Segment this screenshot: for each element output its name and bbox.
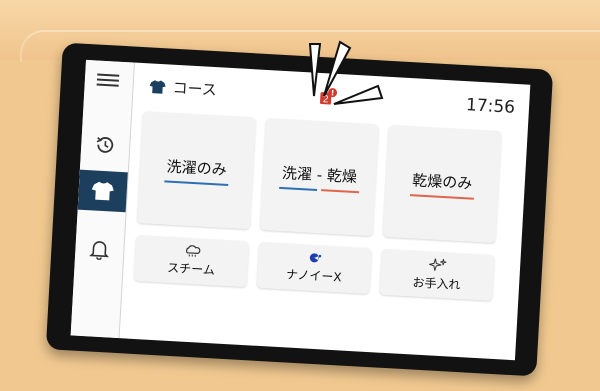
sparkle-icon (428, 258, 446, 271)
option-label: ナノイーX (285, 267, 342, 285)
page-title-label: コース (172, 78, 218, 100)
option-label: お手入れ (412, 275, 461, 293)
nanoe-x-icon (309, 253, 321, 263)
option-nanoe-x-button[interactable]: ナノイーX (256, 241, 372, 295)
course-wash-only-button[interactable]: 洗濯のみ (136, 111, 257, 230)
option-label: スチーム (166, 260, 216, 278)
shirt-icon (91, 181, 114, 201)
sidebar (70, 59, 135, 339)
sidebar-item-course[interactable] (77, 169, 128, 213)
course-dry-only-button[interactable]: 乾燥のみ (382, 124, 502, 243)
hamburger-menu-icon[interactable] (96, 71, 120, 90)
course-underline (409, 193, 474, 200)
steam-cloud-icon (185, 245, 200, 257)
course-wash-dry-button[interactable]: 洗濯 - 乾燥 (259, 117, 379, 237)
clock: 17:56 (465, 95, 516, 118)
course-underline (278, 186, 359, 193)
attention-marks-overlay (308, 40, 384, 105)
course-underline (163, 179, 228, 186)
shirt-icon (149, 79, 166, 94)
history-icon[interactable] (84, 124, 126, 166)
option-steam-button[interactable]: スチーム (133, 234, 250, 288)
page-title: コース (148, 75, 217, 100)
course-label: 洗濯 - 乾燥 (281, 163, 358, 186)
course-label: 乾燥のみ (411, 170, 473, 193)
course-label: 洗濯のみ (166, 157, 228, 179)
option-care-button[interactable]: お手入れ (379, 248, 495, 301)
bell-icon[interactable] (78, 228, 120, 270)
